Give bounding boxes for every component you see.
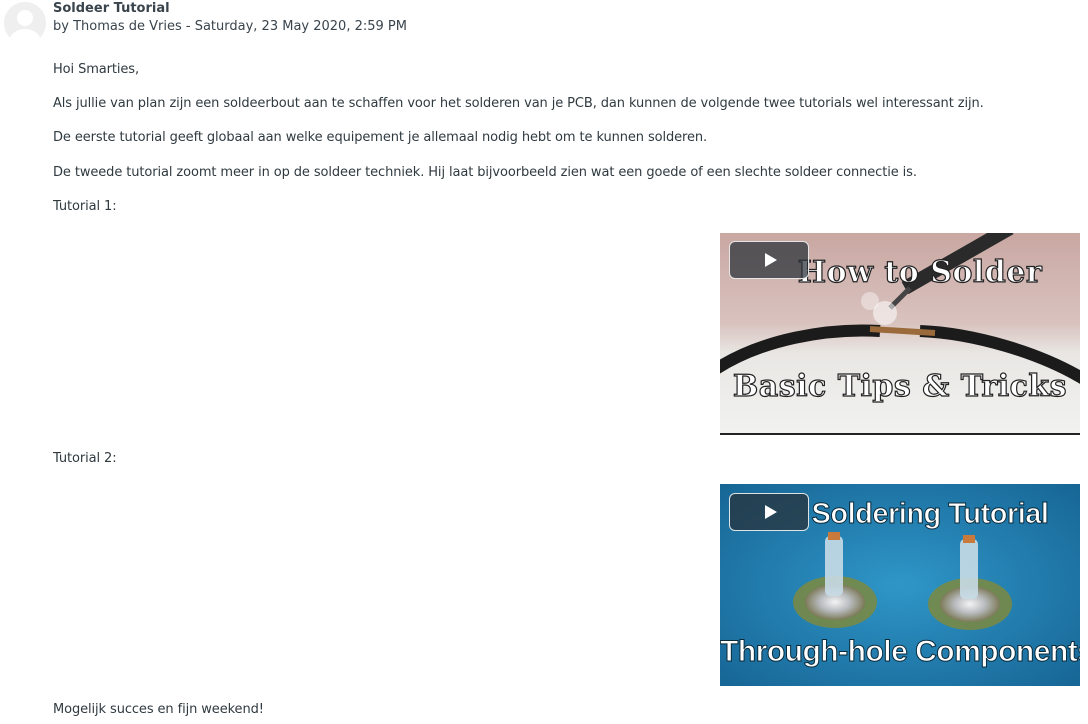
tutorial-2-label: Tutorial 2: — [53, 451, 117, 466]
play-icon — [765, 253, 777, 267]
tutorial-1-label: Tutorial 1: — [53, 199, 117, 214]
avatar[interactable] — [4, 2, 46, 44]
post-title: Soldeer Tutorial — [53, 1, 170, 16]
tutorial-2-description: De tweede tutorial zoomt meer in op de s… — [53, 165, 917, 180]
closing-text: Mogelijk succes en fijn weekend! — [53, 702, 264, 717]
post-meta: by Thomas de Vries - Saturday, 23 May 20… — [53, 19, 407, 34]
video-2-title-line-2: Through-hole Components — [720, 635, 1080, 669]
video-1-title-line-2: Basic Tips & Tricks — [732, 368, 1068, 404]
video-player-2[interactable]: Soldering Tutorial Through-hole Componen… — [720, 484, 1080, 686]
user-icon — [4, 2, 46, 44]
play-icon — [765, 505, 777, 519]
greeting-text: Hoi Smarties, — [53, 62, 140, 77]
video-player-1[interactable]: How to Solder Basic Tips & Tricks — [720, 233, 1080, 435]
tutorial-1-description: De eerste tutorial geeft globaal aan wel… — [53, 130, 708, 145]
intro-paragraph: Als jullie van plan zijn een soldeerbout… — [53, 96, 984, 111]
play-button-2[interactable] — [729, 493, 809, 531]
play-button-1[interactable] — [729, 241, 809, 279]
